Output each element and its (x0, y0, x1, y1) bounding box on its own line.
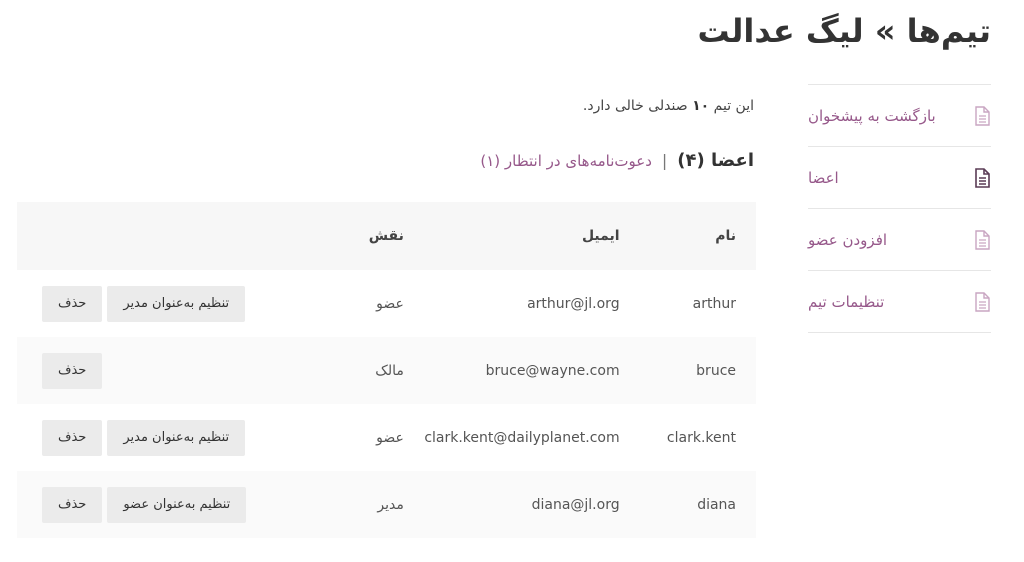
member-role: عضو (376, 429, 404, 446)
member-email: diana@jl.org (531, 496, 620, 513)
member-actions: حذف (17, 337, 266, 404)
member-role: مالک (375, 362, 404, 379)
page-title: تیم‌ها » لیگ عدالت (697, 12, 991, 50)
set-as-admin-button[interactable]: تنظیم به‌عنوان مدیر (107, 285, 246, 322)
member-name: bruce (696, 362, 736, 379)
sidebar-item-members[interactable]: اعضا (808, 147, 991, 209)
sidebar-item-label: بازگشت به پیشخوان (808, 106, 936, 125)
remove-member-button[interactable]: حذف (42, 352, 103, 389)
table-header-row: نام ایمیل نقش (17, 202, 756, 270)
header-actions (17, 202, 266, 270)
sidebar-item-label: افزودن عضو (808, 230, 888, 249)
table-row: diana diana@jl.org مدیر حذف تنظیم به‌عنو… (17, 471, 756, 538)
subnav-separator: | (661, 151, 668, 170)
pending-invitations-link[interactable]: دعوت‌نامه‌های در انتظار (۱) (480, 152, 652, 170)
document-icon (973, 291, 991, 312)
table-row: bruce bruce@wayne.com مالک حذف (17, 337, 756, 404)
set-as-admin-button[interactable]: تنظیم به‌عنوان مدیر (107, 419, 246, 456)
remove-member-button[interactable]: حذف (42, 285, 103, 322)
member-actions: حذف تنظیم به‌عنوان مدیر (17, 404, 266, 471)
seats-count: ۱۰ (692, 98, 710, 114)
document-icon (973, 229, 991, 250)
document-icon (973, 105, 991, 126)
remove-member-button[interactable]: حذف (42, 486, 103, 523)
member-name: arthur (692, 295, 736, 312)
member-name: clark.kent (666, 429, 736, 446)
sidebar-item-add-member[interactable]: افزودن عضو (808, 209, 991, 271)
seats-notice: این تیم ۱۰ صندلی خالی دارد. (583, 98, 754, 114)
header-name: نام (715, 228, 736, 244)
member-email: clark.kent@dailyplanet.com (424, 429, 620, 446)
sidebar-item-label: تنظیمات تیم (808, 292, 885, 311)
member-role: عضو (376, 295, 404, 312)
set-as-member-button[interactable]: تنظیم به‌عنوان عضو (107, 486, 247, 523)
member-actions: حذف تنظیم به‌عنوان عضو (17, 471, 266, 538)
member-email: bruce@wayne.com (485, 362, 620, 379)
sidebar-item-label: اعضا (808, 168, 839, 187)
header-email: ایمیل (581, 228, 620, 244)
sidebar-item-back-to-dashboard[interactable]: بازگشت به پیشخوان (808, 85, 991, 147)
member-email: arthur@jl.org (527, 295, 620, 312)
header-role: نقش (368, 228, 404, 244)
seats-notice-prefix: این تیم (713, 98, 754, 114)
member-actions: حذف تنظیم به‌عنوان مدیر (17, 270, 266, 337)
members-table: نام ایمیل نقش arthur arthur@jl.org عضو ح… (17, 202, 756, 538)
member-name: diana (697, 496, 736, 513)
members-subnav: اعضا (۴) | دعوت‌نامه‌های در انتظار (۱) (480, 150, 754, 171)
remove-member-button[interactable]: حذف (42, 419, 103, 456)
sidebar-item-team-settings[interactable]: تنظیمات تیم (808, 271, 991, 333)
table-row: clark.kent clark.kent@dailyplanet.com عض… (17, 404, 756, 471)
seats-notice-suffix: صندلی خالی دارد. (582, 98, 688, 114)
members-tab-current: اعضا (۴) (677, 150, 754, 171)
document-icon (973, 167, 991, 188)
sidebar-nav: بازگشت به پیشخوان اعضا افزودن عضو تنظیما… (808, 84, 991, 333)
table-row: arthur arthur@jl.org عضو حذف تنظیم به‌عن… (17, 270, 756, 337)
member-role: مدیر (377, 496, 404, 513)
